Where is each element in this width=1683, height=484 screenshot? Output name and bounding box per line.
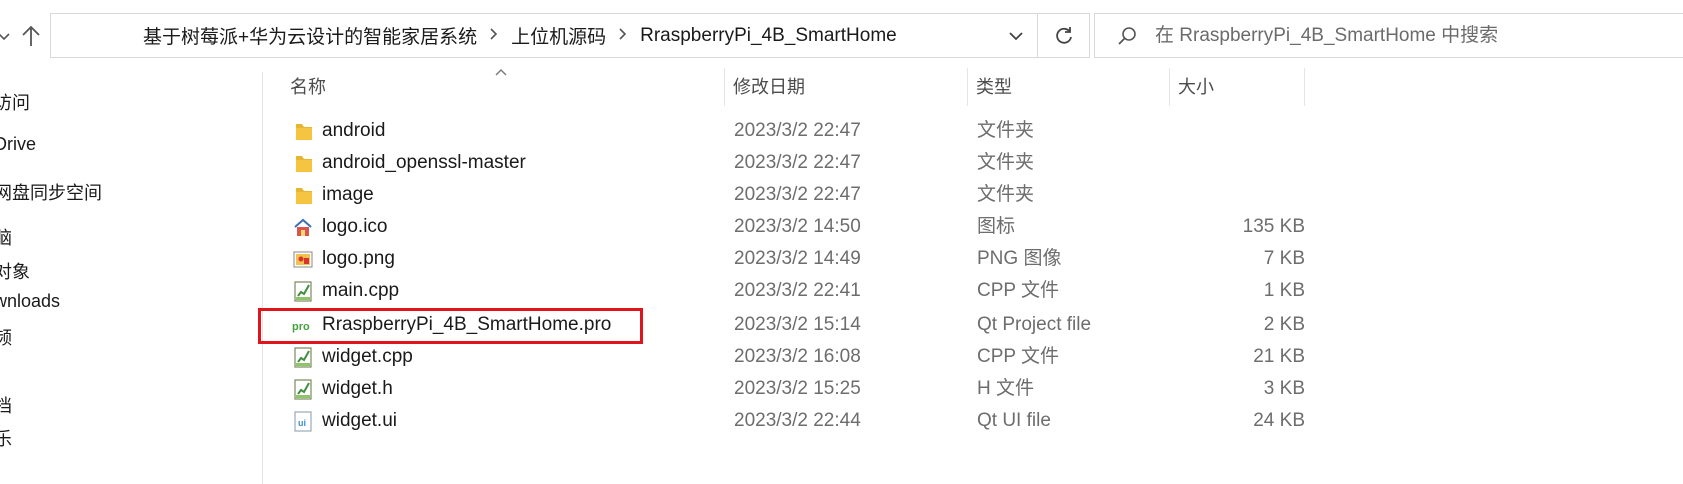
file-type: Qt Project file [977, 314, 1092, 335]
column-header-type[interactable]: 类型 [976, 72, 1012, 108]
breadcrumb-item[interactable]: 基于树莓派+华为云设计的智能家居系统 [143, 22, 477, 49]
h-file-icon [292, 377, 314, 401]
file-name: android [322, 120, 386, 141]
file-size: 3 KB [1263, 378, 1305, 399]
breadcrumb-item[interactable]: 上位机源码 [511, 22, 606, 49]
file-modified: 2023/3/2 14:50 [734, 216, 861, 237]
address-bar[interactable]: 基于树莓派+华为云设计的智能家居系统 上位机源码 RraspberryPi_4B… [50, 13, 1090, 58]
cpp-file-icon [292, 345, 314, 369]
file-type: CPP 文件 [977, 346, 1060, 367]
file-modified: 2023/3/2 22:47 [734, 152, 861, 173]
file-modified: 2023/3/2 16:08 [734, 346, 861, 367]
folder-icon [292, 151, 314, 175]
file-type: H 文件 [977, 378, 1035, 399]
folder-icon [292, 183, 314, 207]
breadcrumb: 基于树莓派+华为云设计的智能家居系统 上位机源码 RraspberryPi_4B… [143, 14, 897, 57]
sidebar-item-this-pc[interactable]: 脑 [0, 224, 12, 250]
file-size: 1 KB [1263, 280, 1305, 301]
highlight-box [258, 308, 643, 344]
search-placeholder[interactable]: 在 RraspberryPi_4B_SmartHome 中搜索 [1155, 14, 1498, 57]
ui-file-icon: ui [292, 409, 314, 433]
sidebar-item-onedrive[interactable]: Drive [0, 134, 36, 155]
navigation-pane: 访问 Drive 网盘同步空间 脑 对象 wnloads 频 } 档 乐 [0, 72, 263, 484]
file-name: android_openssl-master [322, 152, 526, 173]
column-header-name[interactable]: 名称 [290, 72, 326, 108]
file-modified: 2023/3/2 22:47 [734, 120, 861, 141]
file-name: logo.ico [322, 216, 388, 237]
up-arrow-icon[interactable] [18, 22, 44, 50]
file-row-logo-png[interactable]: logo.png 2023/3/2 14:49 PNG 图像 7 KB [270, 243, 1305, 275]
file-type: 图标 [977, 216, 1016, 237]
column-header-modified[interactable]: 修改日期 [733, 72, 805, 108]
search-box[interactable]: 在 RraspberryPi_4B_SmartHome 中搜索 [1094, 13, 1683, 58]
file-modified: 2023/3/2 22:47 [734, 184, 861, 205]
ui-icon-text: ui [298, 418, 306, 428]
file-row-image[interactable]: image 2023/3/2 22:47 文件夹 [270, 179, 1305, 211]
file-row-widget-ui[interactable]: ui widget.ui 2023/3/2 22:44 Qt UI file 2… [270, 405, 1305, 437]
sidebar-item-downloads[interactable]: wnloads [0, 291, 60, 312]
file-type: PNG 图像 [977, 248, 1062, 269]
cpp-file-icon [292, 279, 314, 303]
file-size: 24 KB [1253, 410, 1305, 431]
file-name: widget.ui [322, 410, 397, 431]
file-row-widget-cpp[interactable]: widget.cpp 2023/3/2 16:08 CPP 文件 21 KB [270, 341, 1305, 373]
recent-locations-chevron-icon[interactable] [0, 24, 12, 48]
file-name: image [322, 184, 374, 205]
sidebar-item-cloud-sync[interactable]: 网盘同步空间 [0, 179, 102, 205]
file-type: 文件夹 [977, 120, 1035, 141]
file-row-android-openssl-master[interactable]: android_openssl-master 2023/3/2 22:47 文件… [270, 147, 1305, 179]
file-row-logo-ico[interactable]: logo.ico 2023/3/2 14:50 图标 135 KB [270, 211, 1305, 243]
file-name: widget.cpp [322, 346, 413, 367]
folder-icon [292, 119, 314, 143]
file-type: 文件夹 [977, 184, 1035, 205]
address-toolbar: 基于树莓派+华为云设计的智能家居系统 上位机源码 RraspberryPi_4B… [0, 0, 1683, 72]
sort-ascending-icon [494, 64, 508, 76]
file-size: 2 KB [1263, 314, 1305, 335]
file-modified: 2023/3/2 22:44 [734, 410, 861, 431]
column-divider[interactable] [967, 68, 968, 106]
file-modified: 2023/3/2 14:49 [734, 248, 861, 269]
column-header-size[interactable]: 大小 [1178, 72, 1214, 108]
file-size: 21 KB [1253, 346, 1305, 367]
file-type: 文件夹 [977, 152, 1035, 173]
file-modified: 2023/3/2 15:14 [734, 314, 861, 335]
column-divider[interactable] [1304, 68, 1305, 106]
refresh-icon[interactable] [1039, 14, 1089, 57]
file-name: logo.png [322, 248, 395, 269]
sidebar-item-videos[interactable]: 频 [0, 324, 12, 350]
breadcrumb-item[interactable]: RraspberryPi_4B_SmartHome [640, 25, 897, 47]
address-divider [1037, 14, 1038, 57]
file-row-main-cpp[interactable]: main.cpp 2023/3/2 22:41 CPP 文件 1 KB [270, 275, 1305, 307]
file-modified: 2023/3/2 15:25 [734, 378, 861, 399]
column-divider[interactable] [724, 68, 725, 106]
file-name: main.cpp [322, 280, 400, 301]
address-dropdown-icon[interactable] [996, 14, 1036, 57]
file-size: 7 KB [1263, 248, 1305, 269]
file-row-android[interactable]: android 2023/3/2 22:47 文件夹 [270, 115, 1305, 147]
sidebar-item-3d-objects[interactable]: 对象 [0, 258, 30, 284]
file-row-widget-h[interactable]: widget.h 2023/3/2 15:25 H 文件 3 KB [270, 373, 1305, 405]
file-type: CPP 文件 [977, 280, 1060, 301]
file-name: widget.h [322, 378, 393, 399]
search-icon [1115, 24, 1139, 48]
file-size: 135 KB [1242, 216, 1305, 237]
sidebar-item-documents[interactable]: 档 [0, 392, 12, 418]
breadcrumb-separator-icon[interactable] [618, 25, 628, 46]
sidebar-item-music[interactable]: 乐 [0, 425, 12, 451]
sidebar-item-quick-access[interactable]: 访问 [0, 89, 30, 115]
column-divider[interactable] [1169, 68, 1170, 106]
file-type: Qt UI file [977, 410, 1051, 431]
breadcrumb-separator-icon[interactable] [489, 25, 499, 46]
file-modified: 2023/3/2 22:41 [734, 280, 861, 301]
png-file-icon [292, 247, 314, 271]
ico-file-icon [292, 215, 314, 239]
